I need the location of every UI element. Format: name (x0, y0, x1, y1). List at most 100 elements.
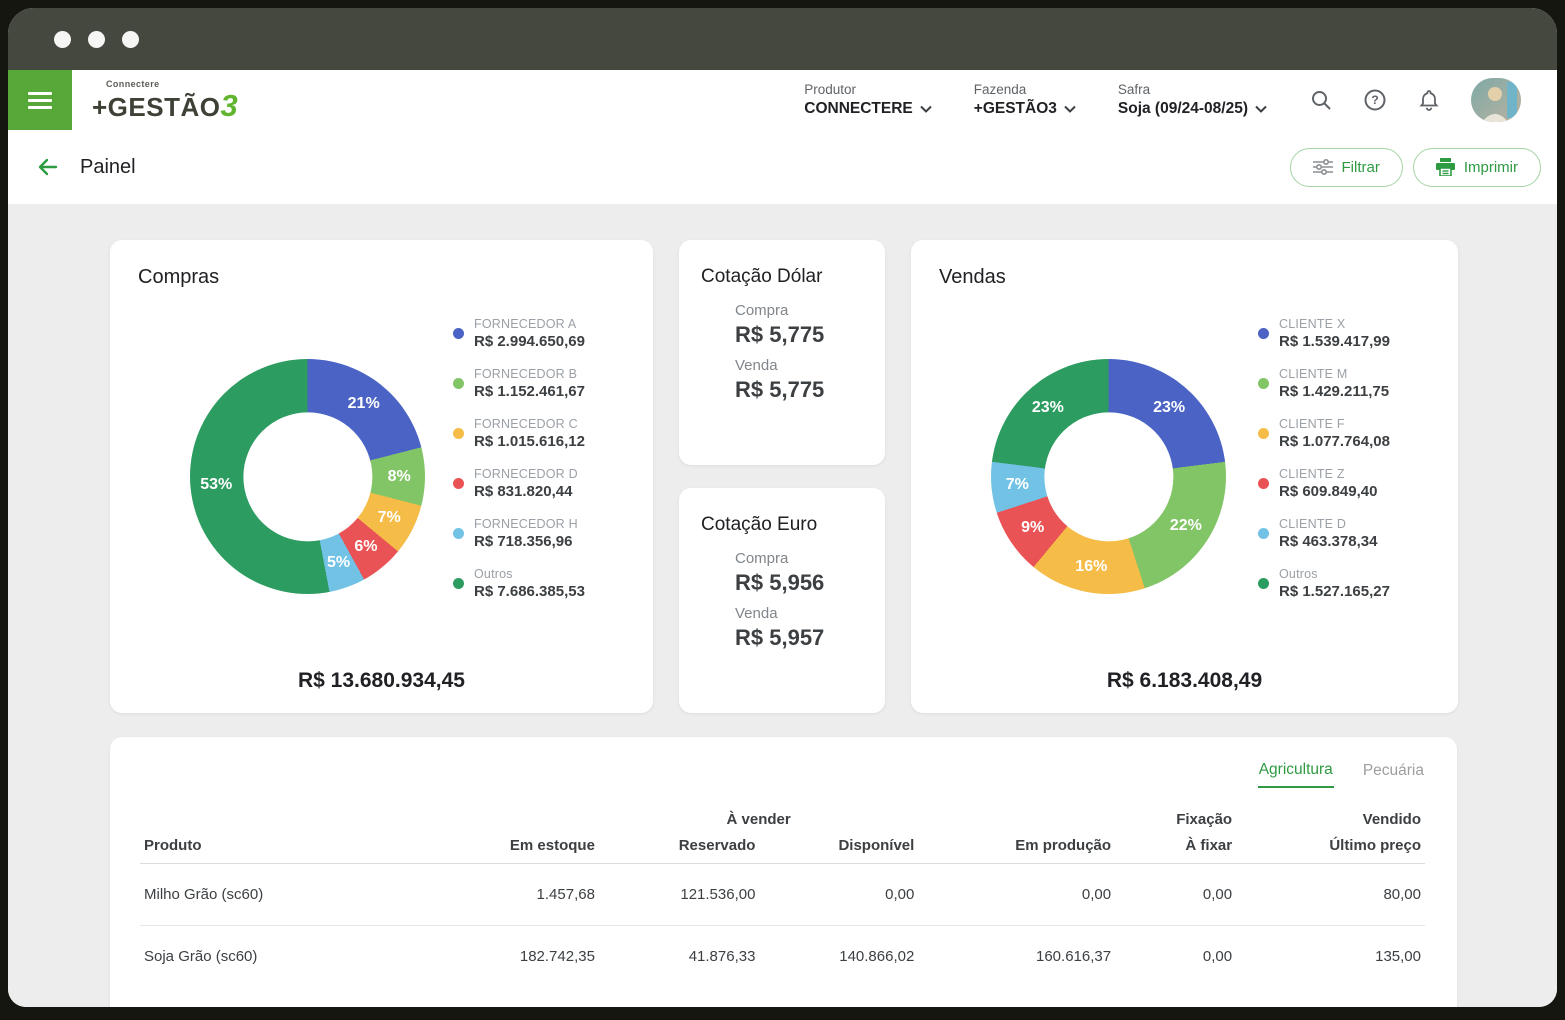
legend-item[interactable]: FORNECEDOR CR$ 1.015.616,12 (453, 417, 625, 450)
legend-item[interactable]: CLIENTE DR$ 463.378,34 (1258, 517, 1430, 550)
column-header: À fixar (1115, 828, 1236, 864)
legend-label: CLIENTE X (1279, 317, 1390, 331)
legend-dot (1258, 428, 1269, 439)
legend-item[interactable]: FORNECEDOR B R$ 1.152.461,67 (453, 367, 625, 400)
value-cell: 80,00 (1236, 864, 1425, 926)
product-name-cell: Milho Grão (sc60) (140, 864, 423, 926)
legend-value: R$ 1.077.764,08 (1279, 433, 1390, 450)
bell-icon (1417, 88, 1441, 112)
purchases-title: Compras (138, 266, 625, 289)
printer-icon (1436, 158, 1455, 176)
filter-button[interactable]: Filtrar (1290, 148, 1403, 187)
value-cell: 1.457,68 (423, 864, 599, 926)
legend-dot (453, 578, 464, 589)
value-cell: 160.616,37 (918, 926, 1115, 988)
legend-dot (1258, 478, 1269, 489)
legend-item[interactable]: CLIENTE F R$ 1.077.764,08 (1258, 417, 1430, 450)
slice-percent-label: 8% (388, 468, 411, 486)
table-row[interactable]: Soja Grão (sc60)182.742,3541.876,33140.8… (140, 926, 1425, 988)
legend-dot (1258, 578, 1269, 589)
legend-label: FORNECEDOR H (474, 517, 578, 531)
legend-value: R$ 1.429.211,75 (1279, 383, 1389, 400)
euro-buy-label: Compra (735, 550, 863, 567)
legend-label: CLIENTE D (1279, 517, 1377, 531)
brand-logo: Connectere +GESTÃO3 (92, 80, 238, 121)
legend-dot (453, 478, 464, 489)
brand-top-text: Connectere (106, 80, 238, 89)
purchases-legend: FORNECEDOR AR$ 2.994.650,69 FORNECEDOR B R… (453, 317, 625, 600)
producer-label: Produtor (804, 82, 932, 97)
legend-item[interactable]: CLIENTE ZR$ 609.849,40 (1258, 467, 1430, 500)
menu-button[interactable] (8, 70, 72, 130)
purchases-total: R$ 13.680.934,45 (110, 669, 653, 693)
legend-dot (1258, 528, 1269, 539)
dashboard-content: Compras 21%8%7%6%5%53% FORNECEDOR AR$ 2.… (8, 204, 1557, 1007)
help-button[interactable]: ? (1363, 88, 1387, 112)
producer-value: CONNECTERE (804, 100, 913, 118)
season-selector[interactable]: Safra Soja (09/24-08/25) (1118, 82, 1267, 118)
window-dot[interactable] (54, 31, 71, 48)
print-button[interactable]: Imprimir (1413, 148, 1541, 187)
products-table-head: À venderFixaçãoVendidoProdutoEm estoqueR… (140, 802, 1425, 864)
sales-donut-chart[interactable]: 23%22%16%9%7%23% (991, 359, 1226, 594)
legend-label: FORNECEDOR B (474, 367, 585, 381)
producer-selector[interactable]: Produtor CONNECTERE (804, 82, 932, 118)
value-cell: 121.536,00 (599, 864, 760, 926)
filter-button-label: Filtrar (1342, 159, 1380, 176)
purchases-donut-chart[interactable]: 21%8%7%6%5%53% (190, 359, 425, 594)
hamburger-icon (28, 99, 52, 102)
legend-value: R$ 2.994.650,69 (474, 333, 585, 350)
slice-percent-label: 9% (1021, 519, 1044, 537)
notifications-button[interactable] (1417, 88, 1441, 112)
donut-hole (243, 412, 372, 541)
avatar[interactable] (1471, 78, 1521, 122)
legend-item[interactable]: OutrosR$ 1.527.165,27 (1258, 567, 1430, 600)
table-row[interactable]: Milho Grão (sc60)1.457,68121.536,000,000… (140, 864, 1425, 926)
donut-ring: 21%8%7%6%5%53% (190, 359, 425, 594)
dollar-sell-label: Venda (735, 357, 863, 374)
svg-text:?: ? (1371, 93, 1378, 107)
value-cell: 140.866,02 (759, 926, 918, 988)
value-cell: 182.742,35 (423, 926, 599, 988)
value-cell: 0,00 (1115, 926, 1236, 988)
farm-selector[interactable]: Fazenda +GESTÃO3 (974, 82, 1076, 118)
products-table-body: Milho Grão (sc60)1.457,68121.536,000,000… (140, 864, 1425, 988)
value-cell: 135,00 (1236, 926, 1425, 988)
tab-agricultura[interactable]: Agricultura (1258, 759, 1334, 788)
euro-sell-value: R$ 5,957 (735, 625, 863, 651)
legend-item[interactable]: FORNECEDOR HR$ 718.356,96 (453, 517, 625, 550)
brand-name: +GESTÃO (92, 92, 220, 122)
legend-item[interactable]: OutrosR$ 7.686.385,53 (453, 567, 625, 600)
legend-value: R$ 1.152.461,67 (474, 383, 585, 400)
value-cell: 41.876,33 (599, 926, 760, 988)
legend-item[interactable]: FORNECEDOR DR$ 831.820,44 (453, 467, 625, 500)
back-button[interactable] (30, 149, 66, 185)
window-dot[interactable] (122, 31, 139, 48)
help-icon: ? (1363, 88, 1387, 112)
legend-label: CLIENTE F (1279, 417, 1390, 431)
window-dot[interactable] (88, 31, 105, 48)
legend-label: CLIENTE Z (1279, 467, 1377, 481)
slice-percent-label: 16% (1075, 558, 1107, 576)
column-group-header (140, 802, 599, 828)
value-cell: 0,00 (918, 864, 1115, 926)
euro-quote-card: Cotação Euro Compra R$ 5,956 Venda R$ 5,… (679, 488, 885, 713)
tab-pecuaria[interactable]: Pecuária (1362, 759, 1425, 788)
legend-item[interactable]: CLIENTE MR$ 1.429.211,75 (1258, 367, 1430, 400)
app-window: Connectere +GESTÃO3 Produtor CONNECTERE … (8, 8, 1557, 1007)
legend-item[interactable]: FORNECEDOR AR$ 2.994.650,69 (453, 317, 625, 350)
dollar-sell-value: R$ 5,775 (735, 377, 863, 403)
donut-hole (1044, 412, 1173, 541)
slice-percent-label: 7% (378, 509, 401, 527)
value-cell: 0,00 (759, 864, 918, 926)
legend-item[interactable]: CLIENTE XR$ 1.539.417,99 (1258, 317, 1430, 350)
slice-percent-label: 23% (1032, 399, 1064, 417)
legend-dot (1258, 328, 1269, 339)
dollar-quote-card: Cotação Dólar Compra R$ 5,775 Venda R$ 5… (679, 240, 885, 465)
legend-value: R$ 831.820,44 (474, 483, 578, 500)
search-button[interactable] (1309, 88, 1333, 112)
products-table: À venderFixaçãoVendidoProdutoEm estoqueR… (140, 802, 1425, 987)
window-titlebar (8, 8, 1557, 70)
donut-ring: 23%22%16%9%7%23% (991, 359, 1226, 594)
chevron-down-icon (920, 105, 932, 113)
